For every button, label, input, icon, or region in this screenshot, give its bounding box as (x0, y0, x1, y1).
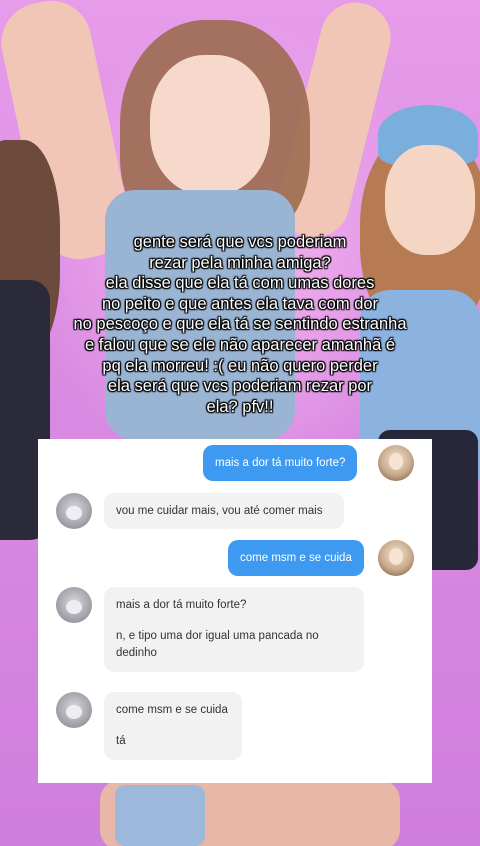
incoming-message[interactable]: vou me cuidar mais, vou até comer mais (104, 493, 344, 529)
outgoing-message[interactable]: mais a dor tá muito forte? (203, 445, 358, 481)
message-text: vou me cuidar mais, vou até comer mais (116, 505, 323, 517)
story-caption: gente será que vcs poderiam rezar pela m… (0, 232, 480, 417)
caption-line: ela disse que ela tá com umas dores (105, 274, 375, 293)
contact-avatar[interactable] (56, 692, 92, 728)
caption-line: ela será que vcs poderiam rezar por (107, 377, 373, 396)
quoted-message: come msm e se cuida (116, 704, 228, 716)
caption-line: rezar pela minha amiga? (149, 253, 331, 272)
dancer-jeans (115, 785, 205, 846)
caption-line: ela? pfv!! (206, 397, 274, 416)
quoted-message: mais a dor tá muito forte? (116, 599, 247, 611)
message-text: dedinho (116, 647, 157, 659)
caption-line: gente será que vcs poderiam (133, 233, 347, 251)
message-text: tá (116, 735, 126, 747)
outgoing-message[interactable]: come msm e se cuida (228, 540, 364, 576)
incoming-message[interactable]: mais a dor tá muito forte? n, e tipo uma… (104, 587, 364, 672)
sender-avatar[interactable] (378, 445, 414, 481)
contact-avatar[interactable] (56, 587, 92, 623)
message-text: n, e tipo uma dor igual uma pancada no (116, 630, 319, 642)
contact-avatar[interactable] (56, 493, 92, 529)
caption-line: pq ela morreu! :( eu não quero perder (102, 356, 378, 375)
caption-line: no peito e que antes ela tava com dor (101, 294, 379, 313)
sender-avatar[interactable] (378, 540, 414, 576)
dancer-center-face (150, 55, 270, 195)
caption-line: no pescoço e que ela tá se sentindo estr… (73, 315, 407, 334)
incoming-message[interactable]: come msm e se cuida tá (104, 692, 242, 760)
caption-line: e falou que se ele não aparecer amanhã é (84, 335, 396, 354)
chat-screenshot: mais a dor tá muito forte? vou me cuidar… (38, 439, 432, 783)
